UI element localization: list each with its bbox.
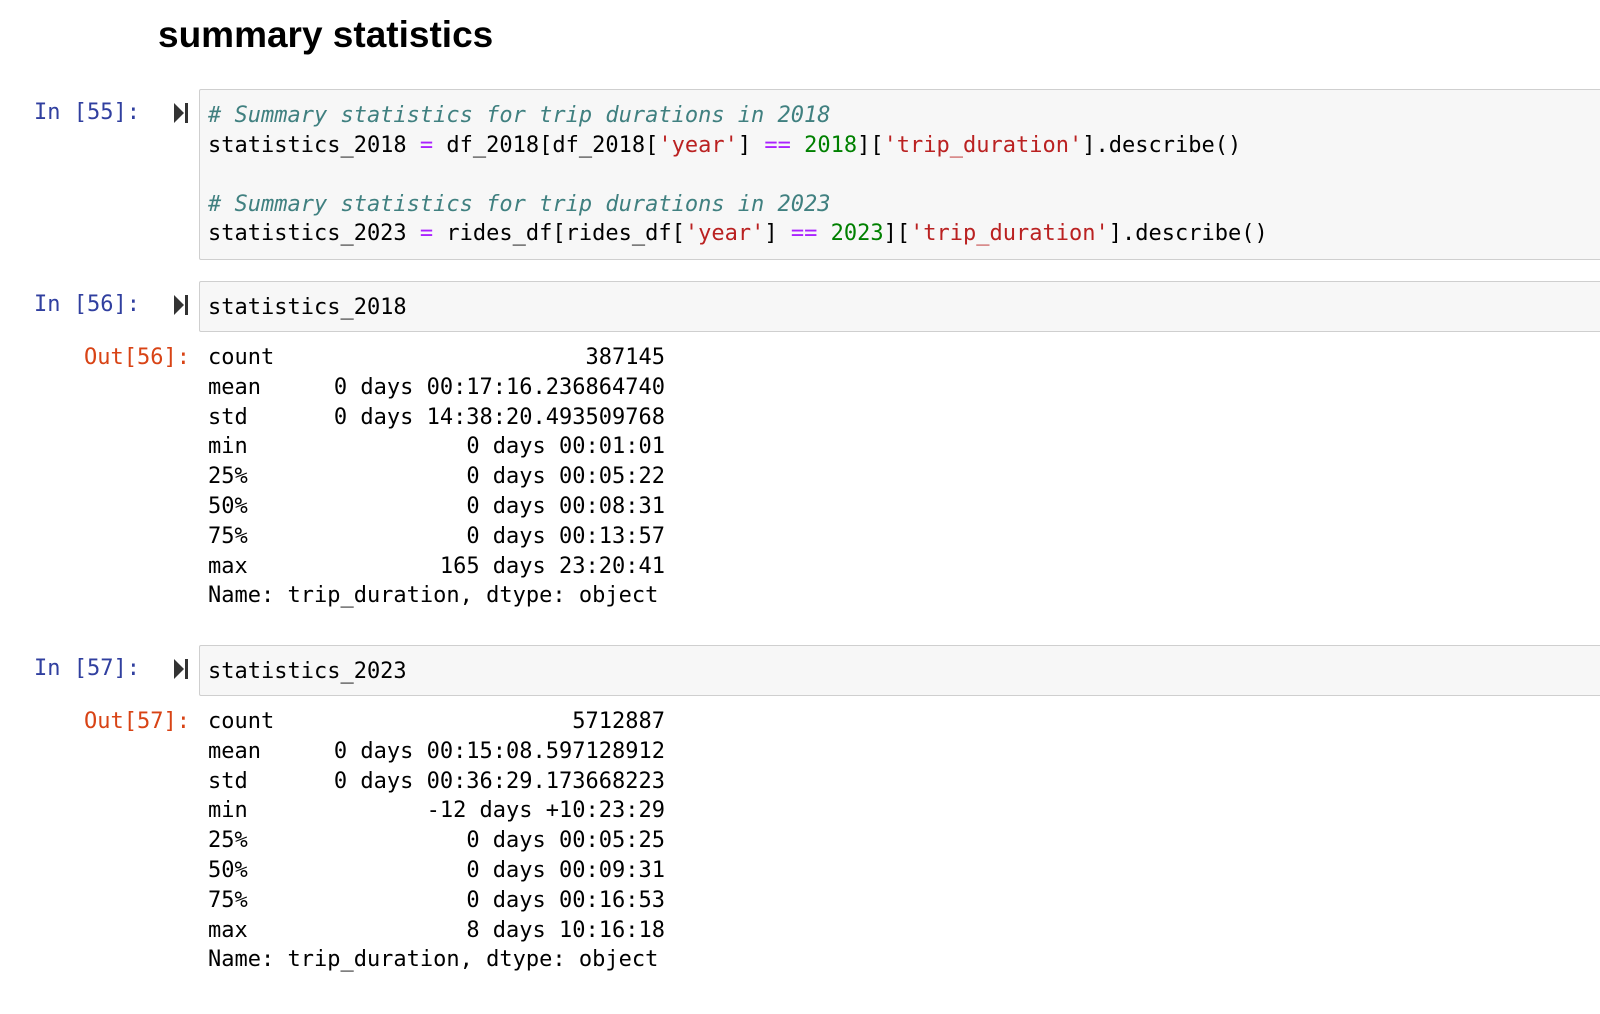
code-token: statistics_2018 — [208, 132, 420, 158]
code-line: statistics_2023 — [208, 659, 407, 684]
output-row: 25% 0 days 00:05:22 — [208, 462, 665, 492]
stat-value: 8 days 10:16:18 — [466, 917, 665, 943]
code-token: df_2018[df_2018[ — [433, 132, 659, 158]
output-row: max 165 days 23:20:41 — [208, 552, 665, 582]
output-prompt: Out[56]: — [84, 345, 190, 370]
stat-value: 165 days 23:20:41 — [439, 553, 665, 579]
code-token: ].describe() — [1082, 132, 1242, 158]
stat-value: 0 days 00:16:53 — [466, 887, 665, 913]
stat-name: std — [208, 404, 248, 430]
code-token: 'trip_duration' — [910, 221, 1109, 246]
code-token: rides_df[rides_df[ — [433, 221, 685, 246]
stat-name: std — [208, 768, 248, 794]
stat-name: 50% — [208, 857, 248, 883]
code-token: == — [764, 132, 791, 158]
stat-name: count — [208, 345, 275, 370]
output-row: count 5712887 — [208, 707, 665, 737]
code-token: ].describe() — [1108, 221, 1268, 246]
stat-name: min — [208, 798, 248, 824]
code-line: statistics_2018 = df_2018[df_2018['year'… — [208, 131, 1600, 161]
run-cell-icon[interactable] — [172, 293, 190, 317]
code-token: == — [790, 221, 818, 246]
output-row: min -12 days +10:23:29 — [208, 796, 665, 826]
cell-output: count 387145 mean 0 days 00:17:16.236864740… — [208, 343, 665, 611]
output-row: mean 0 days 00:17:16.236864740 — [208, 373, 665, 403]
code-line: # Summary statistics for trip durations … — [208, 190, 1600, 220]
stat-value: 0 days 00:09:31 — [466, 857, 665, 883]
code-token: = — [419, 221, 434, 246]
stat-name: mean — [208, 738, 261, 764]
stat-value: 0 days 00:36:29.173668223 — [333, 768, 665, 794]
describe-output: count 387145 mean 0 days 00:17:16.236864740… — [208, 343, 665, 581]
output-row: std 0 days 14:38:20.493509768 — [208, 403, 665, 433]
code-input[interactable]: statistics_2023 — [199, 645, 1600, 696]
stat-value: 0 days 00:15:08.597128912 — [333, 738, 665, 764]
code-token: ][ — [857, 132, 884, 158]
output-row: 50% 0 days 00:09:31 — [208, 856, 665, 886]
stat-name: count — [208, 709, 275, 734]
output-row: 50% 0 days 00:08:31 — [208, 492, 665, 522]
code-input[interactable]: statistics_2018 — [199, 281, 1600, 332]
stat-name: 75% — [208, 523, 248, 549]
output-row: min 0 days 00:01:01 — [208, 432, 665, 462]
stat-value: 0 days 00:01:01 — [466, 434, 665, 460]
run-cell-icon[interactable] — [172, 657, 190, 681]
code-line: # Summary statistics for trip durations … — [208, 101, 1600, 131]
code-token: statistics_2023 — [208, 221, 420, 246]
run-cell-icon[interactable] — [172, 101, 190, 125]
code-token: 'year' — [658, 132, 738, 158]
stat-value: 5712887 — [572, 709, 665, 734]
stat-value: 0 days 00:17:16.236864740 — [333, 374, 665, 400]
output-row: 75% 0 days 00:13:57 — [208, 522, 665, 552]
describe-output: count 5712887 mean 0 days 00:15:08.59712891… — [208, 707, 665, 945]
stat-name: max — [208, 917, 248, 943]
cell-output: count 5712887 mean 0 days 00:15:08.59712891… — [208, 707, 665, 975]
code-token: # Summary statistics for trip durations … — [208, 103, 831, 128]
code-token: 2018 — [804, 132, 858, 158]
stat-value: 0 days 00:05:22 — [466, 464, 665, 490]
stat-value: 0 days 14:38:20.493509768 — [333, 404, 665, 430]
input-prompt: In [55]: — [34, 100, 140, 125]
stat-value: 0 days 00:13:57 — [466, 523, 665, 549]
output-footer: Name: trip_duration, dtype: object — [208, 583, 659, 609]
output-row: 75% 0 days 00:16:53 — [208, 886, 665, 916]
code-input[interactable]: # Summary statistics for trip durations … — [199, 89, 1600, 260]
section-heading: summary statistics — [158, 14, 494, 55]
code-token: # Summary statistics for trip durations … — [208, 191, 831, 217]
stat-value: 0 days 00:05:25 — [466, 828, 665, 854]
output-row: count 387145 — [208, 343, 665, 373]
code-token: = — [419, 132, 434, 158]
output-row: mean 0 days 00:15:08.597128912 — [208, 737, 665, 767]
output-row: 25% 0 days 00:05:25 — [208, 826, 665, 856]
input-prompt: In [56]: — [34, 292, 140, 317]
output-footer: Name: trip_duration, dtype: object — [208, 947, 659, 973]
stat-name: min — [208, 434, 248, 460]
code-editor[interactable]: # Summary statistics for trip durations … — [208, 101, 1600, 249]
code-token: ] — [737, 132, 765, 158]
code-token: 'trip_duration' — [883, 132, 1083, 158]
output-prompt: Out[57]: — [84, 709, 190, 734]
stat-name: max — [208, 553, 248, 579]
stat-value: 0 days 00:08:31 — [466, 493, 665, 519]
input-prompt: In [57]: — [34, 656, 140, 681]
stat-name: 25% — [208, 828, 248, 854]
code-token: ][ — [883, 221, 911, 246]
stat-name: 50% — [208, 493, 248, 519]
code-token: 'year' — [684, 221, 765, 246]
output-row: std 0 days 00:36:29.173668223 — [208, 767, 665, 797]
output-row: max 8 days 10:16:18 — [208, 916, 665, 946]
stat-name: 25% — [208, 464, 248, 490]
stat-name: mean — [208, 374, 261, 400]
stat-name: 75% — [208, 887, 248, 913]
code-token: 2023 — [830, 221, 884, 246]
code-line: statistics_2018 — [208, 295, 407, 320]
code-token: ] — [764, 221, 791, 246]
code-line: statistics_2023 = rides_df[rides_df['yea… — [208, 219, 1600, 249]
stat-value: -12 days +10:23:29 — [426, 798, 665, 824]
stat-value: 387145 — [585, 345, 665, 370]
